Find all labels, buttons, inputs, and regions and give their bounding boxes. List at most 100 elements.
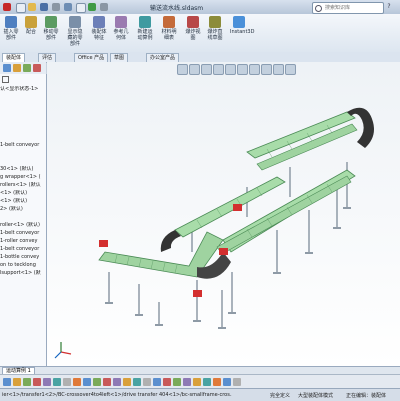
editing-status: 正在编辑：装配体 bbox=[346, 393, 387, 399]
appearance-icon[interactable] bbox=[193, 378, 201, 386]
drive-motor-2[interactable] bbox=[219, 248, 228, 255]
display-manager-tab-icon[interactable] bbox=[33, 64, 41, 72]
smart-dimension-icon[interactable] bbox=[103, 378, 111, 386]
tree-item[interactable]: 1-bottle convey bbox=[0, 254, 46, 261]
assembly-icon[interactable] bbox=[173, 378, 181, 386]
decal-icon[interactable] bbox=[213, 378, 221, 386]
tree-item[interactable] bbox=[0, 118, 46, 125]
bom-icon bbox=[163, 16, 175, 28]
select-icon[interactable] bbox=[76, 3, 86, 13]
tree-item[interactable]: 认<显示状态-1> bbox=[0, 86, 46, 93]
tree-item[interactable]: rollers<1> (默认 bbox=[0, 182, 46, 189]
show-hidden-icon bbox=[69, 16, 81, 28]
rising-conveyor-lane[interactable] bbox=[216, 175, 352, 255]
title-bar: 输送流水线.sldasm ? bbox=[0, 0, 400, 15]
configuration-manager-tab-icon[interactable] bbox=[23, 64, 31, 72]
graphics-viewport[interactable] bbox=[47, 62, 400, 366]
rotate-icon[interactable] bbox=[23, 378, 31, 386]
relation-icon[interactable] bbox=[113, 378, 121, 386]
tree-item[interactable]: 1-roller convey bbox=[0, 238, 46, 245]
drive-motor-1[interactable] bbox=[99, 240, 108, 247]
ribbon-button-10[interactable]: 爆炸直线草图 bbox=[206, 16, 224, 41]
ribbon-button-7[interactable]: 新建运动算例 bbox=[136, 16, 154, 41]
search-icon bbox=[315, 5, 322, 12]
undo-icon[interactable] bbox=[64, 3, 72, 11]
tree-item[interactable]: 1-belt conveyor bbox=[0, 142, 46, 149]
exploded-view-icon bbox=[187, 16, 199, 28]
zoom-icon[interactable] bbox=[13, 378, 21, 386]
light-icon[interactable] bbox=[73, 378, 81, 386]
tree-item[interactable]: on to tecklong bbox=[0, 262, 46, 269]
filter-icon[interactable] bbox=[2, 76, 9, 83]
tab-1[interactable]: 装配体 bbox=[2, 53, 26, 62]
feature-tree-tab-icon[interactable] bbox=[3, 64, 11, 72]
property-manager-tab-icon[interactable] bbox=[13, 64, 21, 72]
help-icon[interactable]: ? bbox=[386, 3, 392, 10]
layer-icon[interactable] bbox=[183, 378, 191, 386]
solidworks-logo-icon[interactable] bbox=[3, 3, 11, 11]
shaded-icon[interactable] bbox=[53, 378, 61, 386]
ribbon-button-4[interactable]: 显示隐藏的零部件 bbox=[66, 16, 84, 47]
camera-icon[interactable] bbox=[83, 378, 91, 386]
point-icon[interactable] bbox=[143, 378, 151, 386]
selection-breadcrumb: ier<1>/transfer1<2>/BC-crossover4to4left… bbox=[2, 392, 232, 398]
tree-item[interactable] bbox=[0, 150, 46, 157]
search-input[interactable] bbox=[325, 4, 377, 12]
ribbon-button-8[interactable]: 材料明细表 bbox=[160, 16, 178, 41]
open-folder-icon[interactable] bbox=[28, 3, 36, 11]
tab-2[interactable]: 评估 bbox=[38, 53, 57, 62]
ribbon-button-9[interactable]: 爆炸视图 bbox=[184, 16, 202, 41]
ribbon-button-1[interactable]: 插入零部件 bbox=[2, 16, 20, 41]
options-icon[interactable] bbox=[233, 378, 241, 386]
ribbon-button-2[interactable]: 配合 bbox=[22, 16, 40, 35]
tree-item[interactable] bbox=[0, 94, 46, 101]
tree-item[interactable] bbox=[0, 102, 46, 109]
tree-item[interactable] bbox=[0, 134, 46, 141]
tree-item[interactable]: lsupport<1> (默 bbox=[0, 270, 46, 277]
render-icon[interactable] bbox=[223, 378, 231, 386]
ribbon-button-3[interactable]: 移动零部件 bbox=[42, 16, 60, 41]
wireframe-icon[interactable] bbox=[63, 378, 71, 386]
tree-item[interactable]: 2> (默认) bbox=[0, 206, 46, 213]
tree-item[interactable]: <1> (默认) bbox=[0, 198, 46, 205]
tab-5[interactable]: 办公室产品 bbox=[146, 53, 180, 62]
tree-item[interactable]: 1-belt conveyor bbox=[0, 246, 46, 253]
search-box[interactable] bbox=[312, 2, 384, 14]
mate-icon bbox=[25, 16, 37, 28]
mate-reference-icon[interactable] bbox=[153, 378, 161, 386]
scene-icon[interactable] bbox=[203, 378, 211, 386]
view-icon[interactable] bbox=[3, 378, 11, 386]
tree-item[interactable] bbox=[0, 126, 46, 133]
tree-item[interactable]: 1-belt conveyor bbox=[0, 230, 46, 237]
tab-4[interactable]: 草图 bbox=[110, 53, 129, 62]
ribbon-button-11[interactable]: Instant3D bbox=[230, 16, 254, 35]
definition-status: 完全定义 bbox=[270, 393, 291, 399]
ribbon-button-6[interactable]: 参考几何体 bbox=[112, 16, 130, 41]
tree-item[interactable]: g wrapper<1> ( bbox=[0, 174, 46, 181]
left-curve-belt[interactable] bbox=[160, 230, 181, 252]
tree-item[interactable]: <1> (默认) bbox=[0, 190, 46, 197]
new-document-icon[interactable] bbox=[16, 3, 26, 13]
sketch-icon[interactable] bbox=[93, 378, 101, 386]
print-icon[interactable] bbox=[52, 3, 60, 11]
component-icon[interactable] bbox=[163, 378, 171, 386]
ribbon-button-label: 新建运动算例 bbox=[137, 29, 153, 41]
plane-icon[interactable] bbox=[123, 378, 131, 386]
tree-item[interactable] bbox=[0, 214, 46, 221]
drive-motor-3[interactable] bbox=[233, 204, 242, 211]
taskbar bbox=[0, 374, 400, 389]
axis-icon[interactable] bbox=[133, 378, 141, 386]
section-icon[interactable] bbox=[43, 378, 51, 386]
tree-item[interactable] bbox=[0, 110, 46, 117]
tree-item[interactable] bbox=[0, 158, 46, 165]
tab-3[interactable]: Office 产品 bbox=[74, 53, 109, 62]
tree-item[interactable]: roller<1> (默认) bbox=[0, 222, 46, 229]
options-icon[interactable] bbox=[100, 3, 108, 11]
drive-motor-4[interactable] bbox=[193, 290, 202, 297]
rebuild-icon[interactable] bbox=[88, 3, 96, 11]
pan-icon[interactable] bbox=[33, 378, 41, 386]
save-icon[interactable] bbox=[40, 3, 48, 11]
ribbon-button-label: 爆炸视图 bbox=[185, 29, 201, 41]
ribbon-button-5[interactable]: 装配体特征 bbox=[90, 16, 108, 41]
tree-item[interactable]: 30<1> (默认) bbox=[0, 166, 46, 173]
